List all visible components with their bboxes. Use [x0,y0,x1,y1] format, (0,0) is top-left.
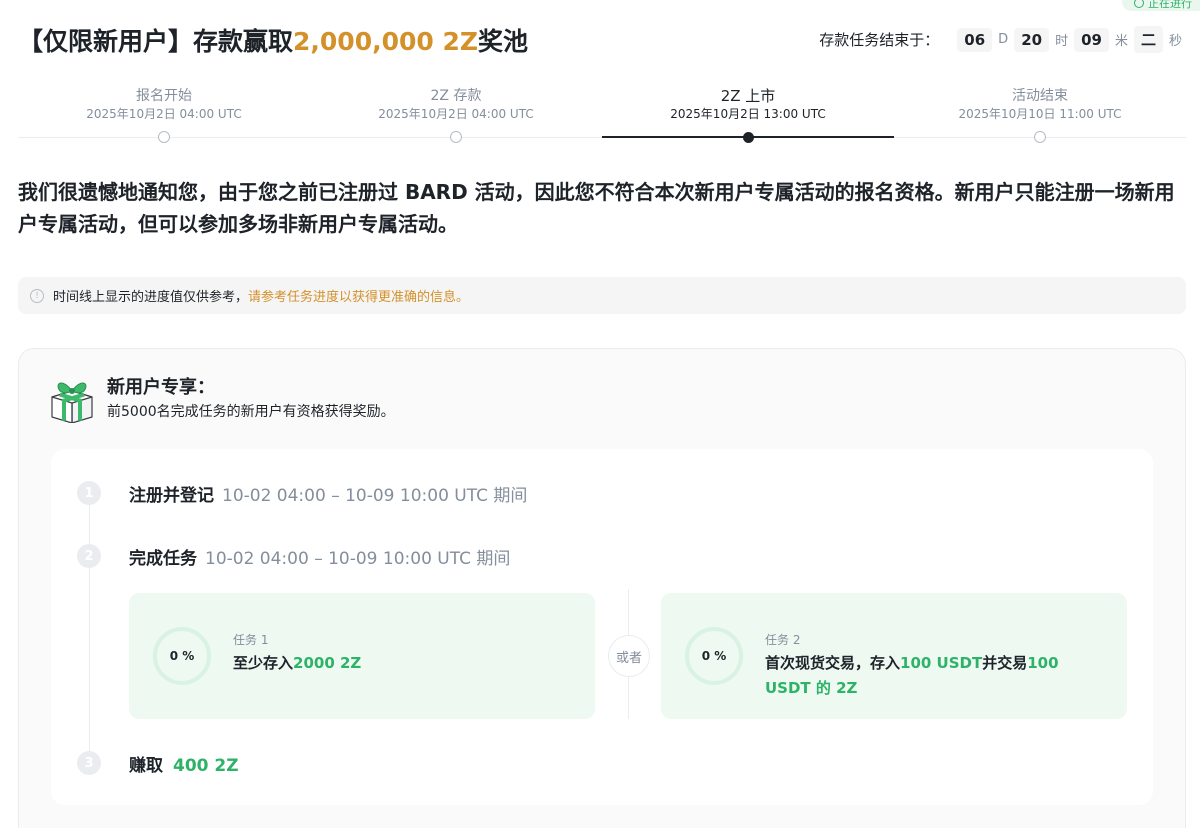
timeline-step-listing: 2Z 上市 2025年10月2日 13:00 UTC [602,86,894,143]
step-title: 完成任务 [129,549,197,569]
task-text: 并交易 [982,654,1028,672]
page-title: 【仅限新用户】存款赢取2,000,000 2Z奖池 [18,22,528,58]
task-label: 任务 1 [233,633,269,647]
timeline-step-end: 活动结束 2025年10月10日 11:00 UTC [894,86,1186,143]
task-text: 首次现货交易，存入 [765,654,901,672]
step-title: 注册并登记 [129,486,214,506]
timeline-dot [450,131,462,143]
step-complete-tasks: 完成任务 10-02 04:00 – 10-09 10:00 UTC 期间 [129,544,510,569]
timeline-step-date: 2025年10月2日 04:00 UTC [378,107,534,121]
step-earn: 赚取 400 2Z [129,751,239,776]
timeline-dot-active [743,132,754,143]
timeline-step-date: 2025年10月2日 04:00 UTC [86,107,242,121]
step-period: 10-02 04:00 – 10-09 10:00 UTC 期间 [205,549,511,569]
timeline-step-name: 报名开始 [136,88,192,104]
countdown-seconds: 二 [1133,26,1163,53]
progress-value: 0 % [701,649,727,663]
timeline-step-name: 2Z 存款 [430,88,482,104]
step-title: 赚取 [129,756,163,776]
progress-ring: 0 % [153,627,211,685]
timeline-step-date: 2025年10月10日 11:00 UTC [958,107,1122,121]
step-register: 注册并登记 10-02 04:00 – 10-09 10:00 UTC 期间 [129,481,527,506]
timeline-step-registration: 报名开始 2025年10月2日 04:00 UTC [18,86,310,143]
countdown-seconds-unit: 秒 [1168,34,1182,49]
timeline-step-deposit: 2Z 存款 2025年10月2日 04:00 UTC [310,86,602,143]
task-progress-link[interactable]: 请参考任务进度以获得更准确的信息。 [248,286,469,305]
gift-box-icon [51,382,93,423]
task-card-1: 0 % 任务 1 至少存入2000 2Z [129,593,595,719]
new-user-card: 新用户专享： 前5000名完成任务的新用户有资格获得奖励。 1 注册并登记 10-… [18,348,1186,828]
status-badge-label: 正在进行 [1148,0,1192,10]
clock-icon [1134,0,1144,8]
task-highlight: 100 USDT [900,654,983,672]
info-text: 时间线上显示的进度值仅供参考， [53,290,249,305]
timeline-step-name: 活动结束 [1012,88,1068,104]
countdown-hours-unit: 时 [1055,34,1069,49]
reward-amount: 400 2Z [173,756,239,776]
progress-value: 0 % [169,649,195,663]
card-title: 新用户专享： [107,377,215,398]
timeline-dot [158,131,170,143]
step-number-2: 2 [77,544,101,568]
task-card-2: 0 % 任务 2 首次现货交易，存入100 USDT并交易100 USDT 的 … [661,593,1127,719]
step-number-1: 1 [77,481,101,505]
task-text: 至少存入 [233,654,294,672]
countdown-minutes: 09 [1074,27,1109,52]
countdown-days-unit: D [998,32,1009,47]
task-highlight: 2000 2Z [293,654,362,672]
countdown-minutes-unit: 米 [1114,34,1128,49]
or-badge: 或者 [608,635,650,677]
progress-ring: 0 % [685,627,743,685]
title-suffix: 奖池 [478,27,529,56]
info-icon: ! [30,288,44,303]
countdown-label: 存款任务结束于： [819,31,940,49]
info-banner: ! 时间线上显示的进度值仅供参考， 请参考任务进度以获得更准确的信息。 [18,277,1186,314]
card-subtitle: 前5000名完成任务的新用户有资格获得奖励。 [107,404,395,420]
task-description: 首次现货交易，存入100 USDT并交易100 USDT 的 2Z [765,651,1105,701]
countdown-days: 06 [957,27,993,52]
status-badge: 正在进行 [1122,0,1200,11]
step-number-3: 3 [77,751,101,775]
step-period: 10-02 04:00 – 10-09 10:00 UTC 期间 [222,486,528,506]
countdown-timer: 存款任务结束于： 06 D 20 时 09 米 二 秒 [819,26,1188,53]
title-amount: 2,000,000 2Z [293,27,479,56]
timeline-step-date: 2025年10月2日 13:00 UTC [670,107,826,121]
task-description: 至少存入2000 2Z [233,651,573,676]
task-label: 任务 2 [765,633,801,647]
task-steps-panel: 1 注册并登记 10-02 04:00 – 10-09 10:00 UTC 期间 … [51,449,1153,805]
countdown-hours: 20 [1014,27,1050,52]
timeline-dot [1034,131,1046,143]
timeline-step-name: 2Z 上市 [720,87,776,105]
title-prefix: 【仅限新用户】存款赢取 [18,27,294,56]
event-timeline: 报名开始 2025年10月2日 04:00 UTC 2Z 存款 2025年10月… [18,86,1186,150]
ineligibility-notice: 我们很遗憾地通知您，由于您之前已注册过 BARD 活动，因此您不符合本次新用户专… [18,180,1175,236]
